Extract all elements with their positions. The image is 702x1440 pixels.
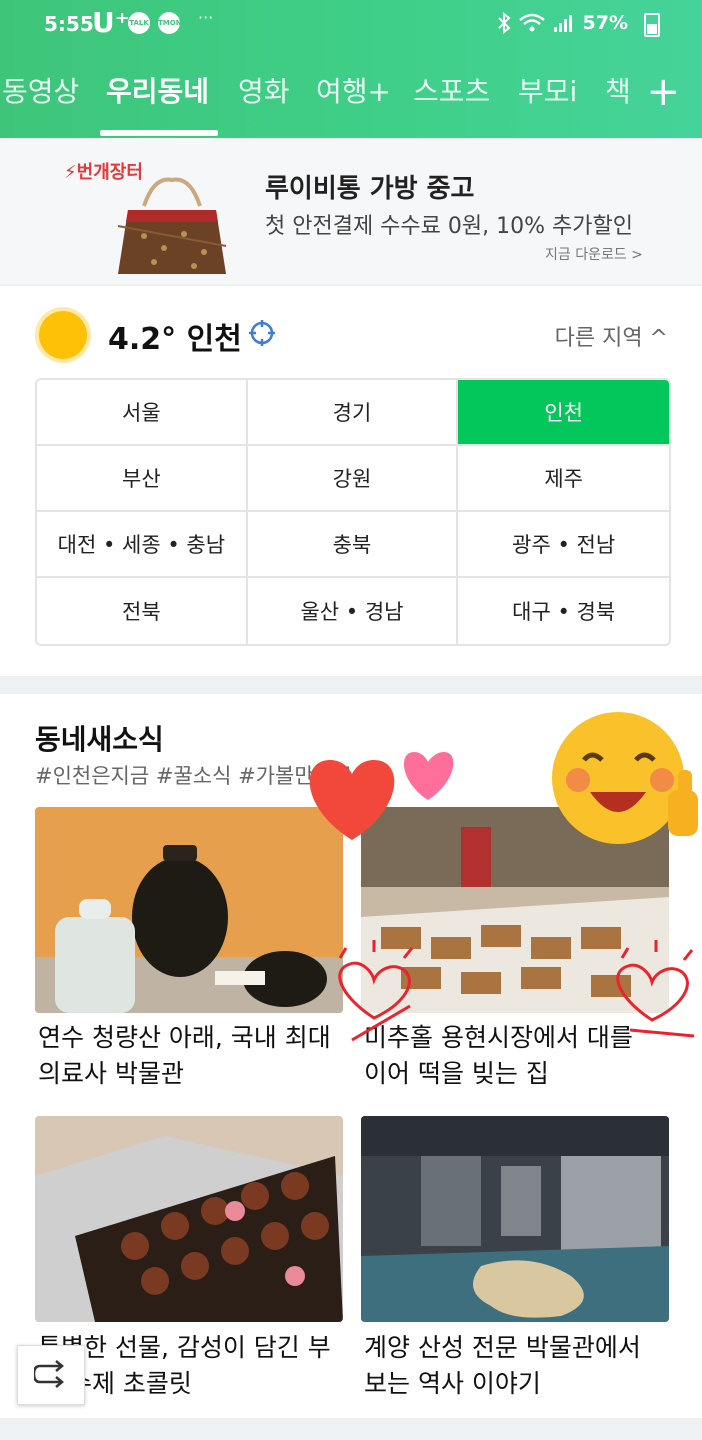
tab-movie[interactable]: 영화 — [238, 70, 290, 110]
status-bar: 5:55 U⁺ TALK TMON ··· 57% — [0, 0, 702, 48]
region-jeju[interactable]: 제주 — [458, 446, 669, 512]
region-incheon[interactable]: 인천 — [458, 380, 669, 446]
region-gangwon[interactable]: 강원 — [247, 446, 459, 512]
status-time: 5:55 — [44, 12, 94, 36]
news-card-title: 계양 산성 전문 박물관에서 보는 역사 이야기 — [364, 1333, 641, 1398]
location-target-icon[interactable] — [248, 319, 276, 347]
other-region-toggle[interactable]: 다른 지역 ^ — [555, 320, 668, 352]
share-arrow-icon — [34, 1360, 64, 1388]
active-tab-indicator — [100, 130, 218, 136]
news-card-title: 특별한 선물, 감성이 담긴 부평 수제 초콜릿 — [38, 1333, 331, 1398]
ad-download-link[interactable]: 지금 다운로드 > — [545, 244, 643, 264]
tmon-icon: TMON — [158, 12, 182, 34]
battery-icon — [644, 13, 660, 37]
region-gyeonggi[interactable]: 경기 — [247, 380, 459, 446]
tab-travel[interactable]: 여행+ — [316, 70, 391, 110]
region-daejeon[interactable]: 대전 • 세종 • 충남 — [37, 512, 248, 578]
tab-parenting[interactable]: 부모i — [518, 70, 577, 110]
region-ulsan[interactable]: 울산 • 경남 — [248, 578, 459, 644]
museum-jars-image — [35, 807, 343, 1013]
wifi-icon — [518, 13, 545, 32]
ad-banner[interactable]: ⚡번개장터 루이비통 가방 중고 첫 안전결제 수수료 0원, 10% 추가할인… — [0, 138, 702, 284]
top-header: 5:55 U⁺ TALK TMON ··· 57% 동영상 우리동네 영화 여행… — [0, 0, 702, 138]
add-tab-button[interactable]: + — [646, 72, 680, 112]
hashtags[interactable]: #인천은지금 #꿀소식 #가볼만한곳 — [35, 760, 352, 790]
museum-hall-image — [361, 1116, 669, 1322]
signal-icon — [553, 15, 572, 32]
tab-video[interactable]: 동영상 — [2, 70, 79, 110]
status-right: 57% — [497, 12, 648, 34]
ad-subtitle: 첫 안전결제 수수료 0원, 10% 추가할인 — [265, 214, 633, 239]
bluetooth-icon — [497, 12, 511, 34]
section-title: 동네새소식 — [35, 723, 164, 756]
sunny-icon — [39, 311, 87, 359]
market-food-image — [361, 807, 669, 1013]
neighborhood-news: 동네새소식 #인천은지금 #꿀소식 #가볼만한곳 연수 청량산 아래, 국내 최… — [0, 694, 702, 1418]
share-button[interactable] — [17, 1345, 85, 1405]
region-busan[interactable]: 부산 — [37, 446, 248, 512]
region-grid: 서울 경기 인천 부산 강원 제주 대전 • 세종 • 충남 충북 광주 • 전… — [35, 378, 671, 646]
region-jeonbuk[interactable]: 전북 — [37, 578, 248, 644]
region-chungbuk[interactable]: 충북 — [247, 512, 459, 578]
news-card-title: 미추홀 용현시장에서 대를 이어 떡을 빚는 집 — [364, 1023, 633, 1088]
tab-neighborhood[interactable]: 우리동네 — [106, 70, 209, 110]
region-seoul[interactable]: 서울 — [37, 380, 248, 446]
carrier-logo: U⁺ — [92, 6, 130, 39]
tab-sports[interactable]: 스포츠 — [413, 70, 490, 110]
news-card-title: 연수 청량산 아래, 국내 최대 의료사 박물관 — [38, 1023, 331, 1088]
temperature-city: 4.2° 인천 — [108, 322, 242, 357]
ad-title: 루이비통 가방 중고 — [265, 174, 475, 204]
region-gwangju[interactable]: 광주 • 전남 — [458, 512, 669, 578]
weather-panel: 4.2° 인천 다른 지역 ^ 서울 경기 인천 부산 강원 제주 대전 • 세… — [0, 286, 702, 676]
region-daegu[interactable]: 대구 • 경북 — [458, 578, 669, 644]
more-notifications-icon: ··· — [198, 8, 214, 27]
tab-books[interactable]: 책 — [605, 70, 631, 110]
chocolate-box-image — [35, 1116, 343, 1322]
handbag-image — [117, 177, 227, 274]
battery-percent: 57% — [582, 12, 628, 34]
talk-icon: TALK — [128, 12, 150, 34]
category-tabs: 동영상 우리동네 영화 여행+ 스포츠 부모i 책 — [0, 62, 702, 122]
